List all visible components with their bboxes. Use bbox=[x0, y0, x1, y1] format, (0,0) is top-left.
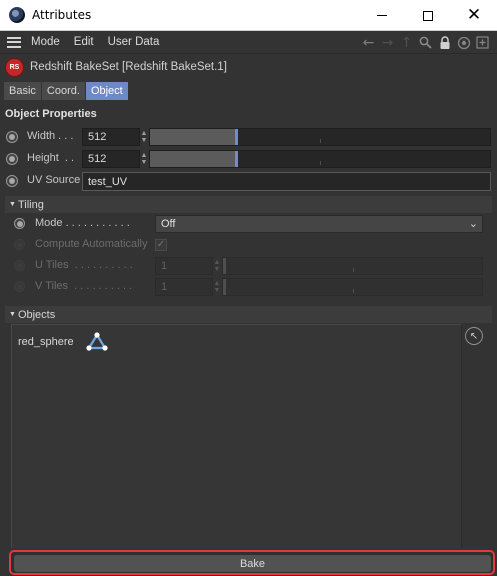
object-header: RS Redshift BakeSet [Redshift BakeSet.1] bbox=[0, 55, 497, 79]
polygon-object-icon bbox=[86, 332, 108, 351]
u-tiles-slider[interactable] bbox=[222, 257, 483, 275]
redshift-bakeset-icon: RS bbox=[5, 57, 24, 77]
param-row-v-tiles: V Tiles . . . . . . . . . . 1 ▲ ▼ bbox=[0, 277, 497, 297]
u-tiles-input[interactable]: 1 bbox=[155, 257, 213, 275]
keyframe-toggle-icon[interactable] bbox=[6, 175, 18, 187]
uv-source-input[interactable]: test_UV bbox=[82, 172, 491, 191]
slider-tick bbox=[353, 289, 354, 293]
menu-user-data[interactable]: User Data bbox=[108, 36, 160, 48]
hamburger-menu-icon[interactable] bbox=[7, 36, 21, 48]
menubar-tools: ← → ↑ bbox=[359, 34, 492, 51]
keyframe-toggle-icon[interactable] bbox=[6, 131, 18, 143]
expand-triangle-icon: ▼ bbox=[9, 201, 16, 208]
height-label: Height . . bbox=[27, 152, 75, 164]
objects-list[interactable]: red_sphere bbox=[11, 324, 461, 548]
compute-auto-checkbox[interactable]: ✓ bbox=[155, 239, 167, 251]
width-input[interactable]: 512 bbox=[82, 128, 140, 146]
compute-auto-label: Compute Automatically bbox=[35, 238, 148, 250]
maximize-button[interactable] bbox=[405, 0, 451, 31]
keyframe-toggle-icon[interactable] bbox=[6, 153, 18, 165]
arrow-left-icon[interactable]: ← bbox=[359, 34, 378, 51]
section-title-object-properties: Object Properties bbox=[5, 108, 97, 120]
v-tiles-slider[interactable] bbox=[222, 278, 483, 296]
u-tiles-label: U Tiles . . . . . . . . . . bbox=[35, 259, 133, 271]
slider-tick bbox=[353, 268, 354, 272]
object-name: red_sphere bbox=[18, 336, 74, 348]
mode-dropdown-value: Off bbox=[161, 218, 176, 230]
tab-coord[interactable]: Coord. bbox=[41, 82, 85, 100]
close-button[interactable]: ✕ bbox=[451, 0, 497, 31]
keyframe-toggle-icon bbox=[14, 239, 25, 250]
window-title: Attributes bbox=[32, 8, 92, 22]
expand-triangle-icon: ▼ bbox=[9, 311, 16, 318]
param-row-width: Width . . . 512 ▲ ▼ bbox=[0, 127, 497, 147]
param-row-mode: Mode . . . . . . . . . . . Off ⌄ bbox=[0, 214, 497, 234]
checkmark-icon: ✓ bbox=[156, 239, 166, 250]
v-tiles-slider-knob[interactable] bbox=[223, 279, 226, 295]
arrow-right-icon[interactable]: → bbox=[378, 34, 397, 51]
uv-source-label: UV Source bbox=[27, 174, 81, 186]
cinema4d-app-icon bbox=[9, 7, 25, 23]
mode-label: Mode . . . . . . . . . . . bbox=[35, 217, 130, 229]
u-tiles-stepper-icon[interactable]: ▲ ▼ bbox=[212, 257, 222, 275]
close-icon: ✕ bbox=[466, 5, 482, 25]
keyframe-toggle-icon[interactable] bbox=[14, 218, 25, 229]
height-slider[interactable] bbox=[149, 150, 491, 168]
bake-button[interactable]: Bake bbox=[14, 555, 491, 572]
menu-mode[interactable]: Mode bbox=[31, 36, 60, 48]
arrow-up-icon[interactable]: ↑ bbox=[397, 34, 416, 51]
slider-tick bbox=[320, 139, 321, 143]
param-row-compute-auto: Compute Automatically ✓ bbox=[0, 235, 497, 255]
width-slider-fill bbox=[150, 129, 235, 145]
param-row-uv-source: UV Source test_UV bbox=[0, 171, 497, 191]
maximize-icon bbox=[423, 10, 433, 21]
search-icon[interactable] bbox=[416, 34, 435, 51]
param-row-height: Height . . 512 ▲ ▼ bbox=[0, 149, 497, 169]
menu-edit[interactable]: Edit bbox=[74, 36, 94, 48]
lock-icon[interactable] bbox=[435, 34, 454, 51]
width-stepper-icon[interactable]: ▲ ▼ bbox=[139, 128, 149, 146]
height-slider-fill bbox=[150, 151, 235, 167]
chevron-down-icon: ⌄ bbox=[468, 217, 478, 230]
width-label: Width . . . bbox=[27, 130, 74, 142]
pick-object-arrow-icon[interactable]: ↖ bbox=[465, 327, 483, 345]
height-slider-knob[interactable] bbox=[235, 151, 238, 167]
v-tiles-label: V Tiles . . . . . . . . . . bbox=[35, 280, 133, 292]
tiling-group-header[interactable]: ▼ Tiling bbox=[5, 196, 492, 213]
list-item[interactable]: red_sphere bbox=[18, 332, 108, 352]
v-tiles-input[interactable]: 1 bbox=[155, 278, 213, 296]
param-row-u-tiles: U Tiles . . . . . . . . . . 1 ▲ ▼ bbox=[0, 256, 497, 276]
mode-dropdown[interactable]: Off ⌄ bbox=[155, 215, 483, 233]
tiling-group-title: Tiling bbox=[17, 198, 44, 211]
tab-object[interactable]: Object bbox=[85, 82, 128, 100]
width-slider[interactable] bbox=[149, 128, 491, 146]
object-title: Redshift BakeSet [Redshift BakeSet.1] bbox=[30, 61, 227, 73]
keyframe-toggle-icon bbox=[14, 260, 25, 271]
window-controls: ✕ bbox=[359, 0, 497, 31]
menubar: Mode Edit User Data ← → ↑ bbox=[0, 31, 497, 54]
tab-basic[interactable]: Basic bbox=[4, 82, 41, 100]
height-stepper-icon[interactable]: ▲ ▼ bbox=[139, 150, 149, 168]
objects-group-title: Objects bbox=[17, 308, 56, 321]
slider-tick bbox=[320, 161, 321, 165]
width-slider-knob[interactable] bbox=[235, 129, 238, 145]
new-panel-icon[interactable] bbox=[473, 34, 492, 51]
target-icon[interactable] bbox=[454, 34, 473, 51]
window-titlebar: Attributes ✕ bbox=[0, 0, 497, 31]
objects-list-sidebar bbox=[461, 324, 492, 548]
keyframe-toggle-icon bbox=[14, 281, 25, 292]
v-tiles-stepper-icon[interactable]: ▲ ▼ bbox=[212, 278, 222, 296]
minimize-icon bbox=[377, 15, 387, 16]
u-tiles-slider-knob[interactable] bbox=[223, 258, 226, 274]
tab-bar: Basic Coord. Object bbox=[4, 82, 129, 100]
height-input[interactable]: 512 bbox=[82, 150, 140, 168]
objects-group-header[interactable]: ▼ Objects bbox=[5, 306, 492, 323]
minimize-button[interactable] bbox=[359, 0, 405, 31]
